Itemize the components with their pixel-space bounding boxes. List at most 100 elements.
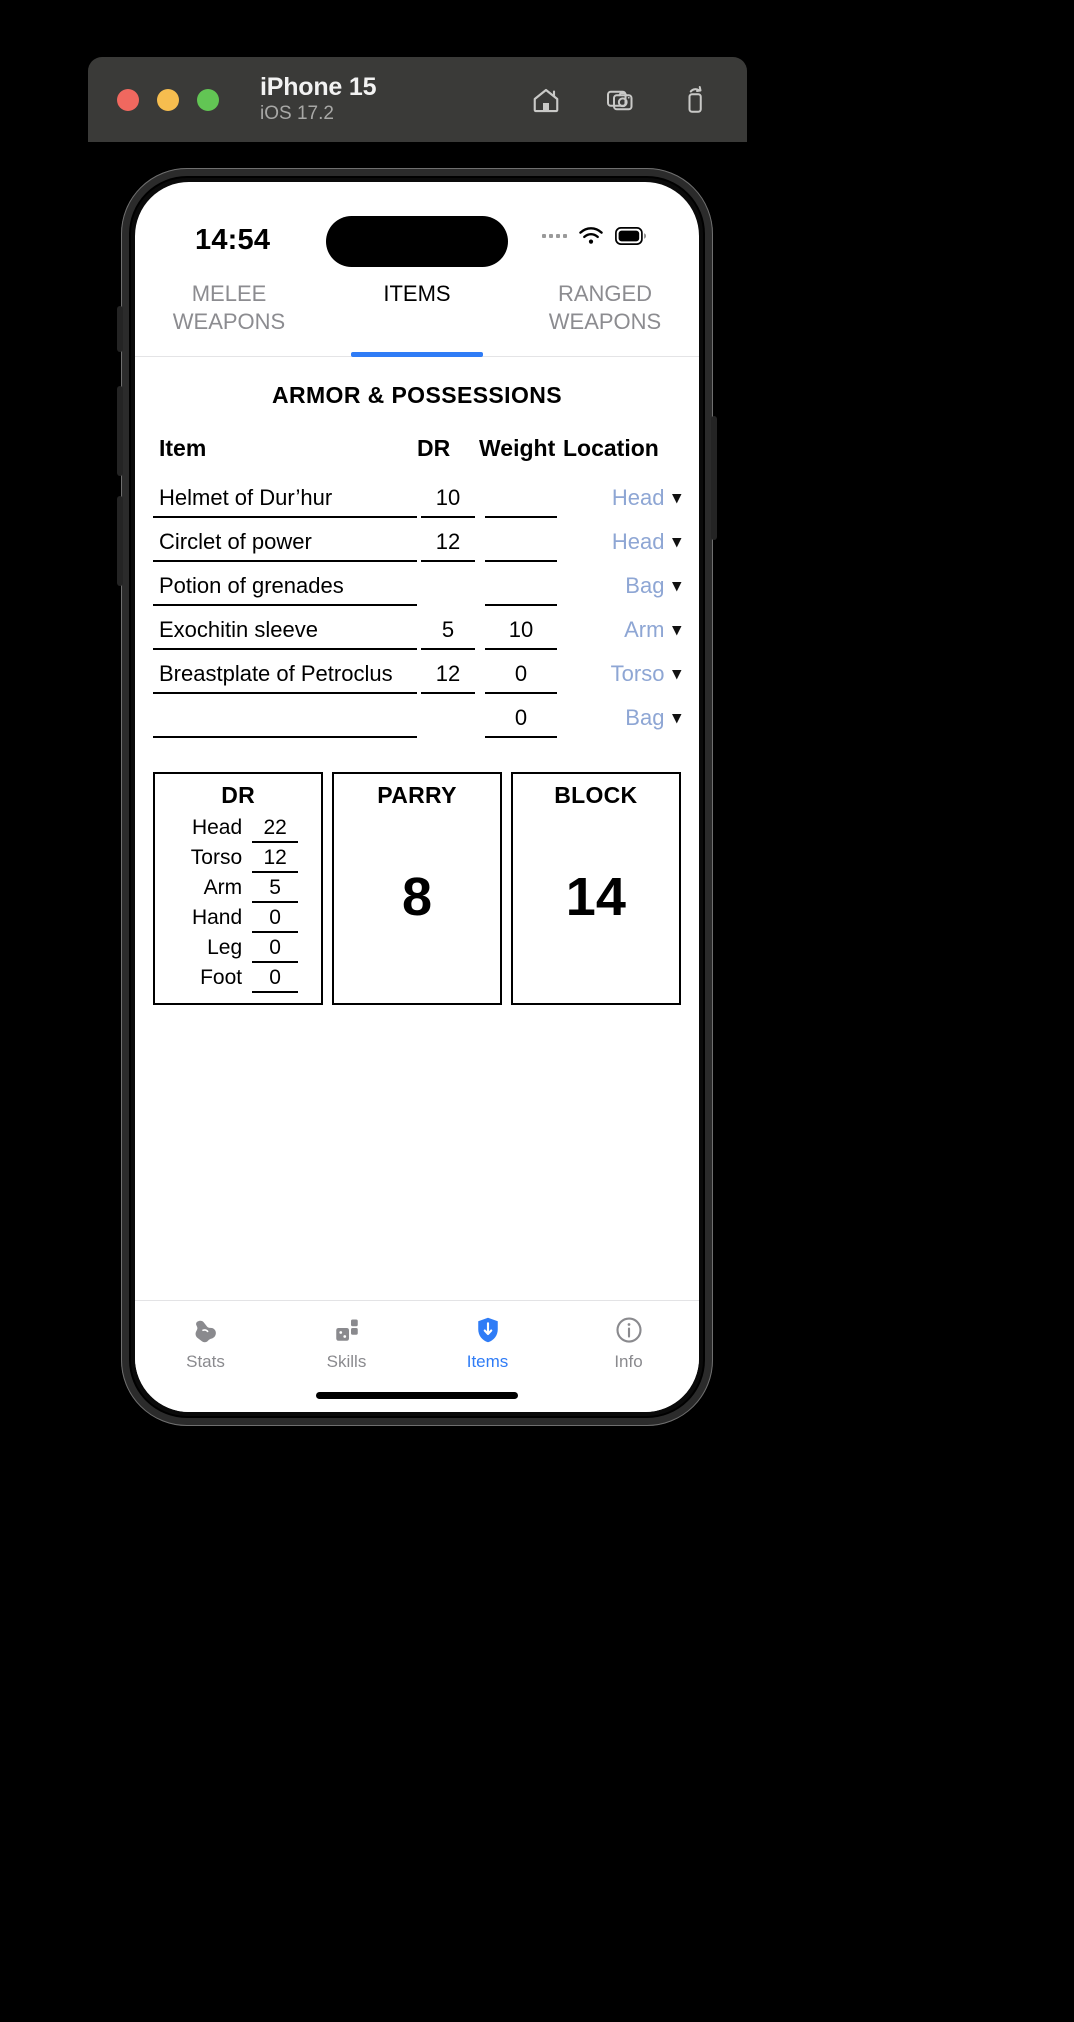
bottom-tab-items-label: Items (466, 1352, 509, 1371)
stat-boxes: DR Head 22 Torso 12 Arm 5 Hand 0 Leg 0 F… (153, 772, 681, 1005)
wifi-icon (578, 226, 604, 245)
dr-box-caption: DR (221, 782, 256, 808)
item-location-dropdown[interactable]: Head ▾ (563, 522, 681, 562)
status-bar-indicators (542, 226, 647, 245)
item-name-input[interactable]: Circlet of power (153, 522, 417, 562)
parry-box: PARRY 8 (332, 772, 502, 1005)
device-screen: 14:54 MELEE WEAPONS ITEMS RANGED WEAPONS… (135, 182, 699, 1412)
item-location-value: Bag (625, 705, 665, 730)
dr-entry-value[interactable]: 5 (252, 874, 299, 903)
bottom-tab-bar: Stats Skills Items Info (135, 1300, 699, 1378)
column-header-dr: DR (417, 435, 451, 461)
dr-entry-value[interactable]: 0 (252, 934, 299, 963)
tab-items-label: ITEMS (383, 281, 451, 306)
minimize-window-button[interactable] (157, 88, 179, 111)
dr-entry-arm: Arm 5 (155, 873, 321, 903)
item-location-dropdown[interactable]: Head ▾ (563, 478, 681, 518)
dr-entry-label: Arm (203, 876, 243, 899)
item-dr-input[interactable] (421, 566, 475, 606)
device-os-version: iOS 17.2 (260, 103, 334, 124)
table-row: 0 Bag ▾ (153, 698, 681, 742)
item-name-input[interactable]: Potion of grenades (153, 566, 417, 606)
item-name-input[interactable] (153, 698, 417, 738)
item-weight-input[interactable]: 0 (485, 654, 557, 694)
table-row: Potion of grenades Bag ▾ (153, 566, 681, 610)
chevron-down-icon: ▾ (672, 532, 681, 551)
item-weight-input[interactable] (485, 566, 557, 606)
top-tab-bar: MELEE WEAPONS ITEMS RANGED WEAPONS (135, 256, 699, 357)
item-weight-input[interactable] (485, 522, 557, 562)
chevron-down-icon: ▾ (672, 708, 681, 727)
armor-possessions-table: Item DR Weight Location Helmet of Dur’hu… (153, 435, 681, 742)
info-icon (614, 1315, 644, 1345)
column-header-weight: Weight (479, 435, 556, 461)
item-location-value: Torso (610, 661, 665, 686)
bottom-tab-info[interactable]: Info (558, 1315, 699, 1372)
dr-entry-label: Leg (207, 936, 243, 959)
status-bar-clock: 14:54 (195, 224, 271, 256)
signal-dots-icon (542, 233, 567, 238)
tab-ranged-weapons[interactable]: RANGED WEAPONS (511, 270, 699, 356)
item-dr-input[interactable]: 5 (421, 610, 475, 650)
item-dr-input[interactable]: 12 (421, 522, 475, 562)
dr-entry-value[interactable]: 0 (252, 964, 299, 993)
home-icon[interactable] (531, 85, 561, 115)
rotate-device-icon[interactable] (679, 85, 709, 115)
dr-entry-value[interactable]: 22 (252, 814, 299, 843)
simulator-titlebar: iPhone 15 iOS 17.2 (88, 57, 747, 142)
home-indicator[interactable] (135, 1378, 699, 1412)
item-name-input[interactable]: Exochitin sleeve (153, 610, 417, 650)
item-weight-input[interactable] (485, 478, 557, 518)
chevron-down-icon: ▾ (672, 664, 681, 683)
item-location-value: Head (611, 485, 665, 510)
muscle-icon (191, 1315, 221, 1345)
tab-indicator (351, 352, 483, 357)
simulator-actions (531, 85, 709, 115)
page-title: ARMOR & POSSESSIONS (271, 382, 563, 408)
volume-up-button[interactable] (117, 386, 123, 476)
screenshot-icon[interactable] (605, 85, 635, 115)
silent-switch[interactable] (117, 306, 123, 352)
tab-melee-weapons[interactable]: MELEE WEAPONS (135, 270, 323, 356)
volume-down-button[interactable] (117, 496, 123, 586)
bottom-tab-stats-label: Stats (186, 1352, 225, 1371)
bottom-tab-items[interactable]: Items (417, 1315, 558, 1372)
dr-entry-hand: Hand 0 (155, 903, 321, 933)
bottom-tab-stats[interactable]: Stats (135, 1315, 276, 1372)
item-weight-input[interactable]: 10 (485, 610, 557, 650)
parry-box-caption: PARRY (377, 782, 457, 808)
zoom-window-button[interactable] (197, 88, 219, 111)
dr-entry-label: Torso (190, 846, 243, 869)
items-content: ARMOR & POSSESSIONS Item DR Weight Locat… (135, 357, 699, 1300)
block-box-caption: BLOCK (554, 782, 638, 808)
item-location-dropdown[interactable]: Arm ▾ (563, 610, 681, 650)
bottom-tab-info-label: Info (614, 1352, 643, 1371)
tab-items[interactable]: ITEMS (323, 270, 511, 357)
item-location-dropdown[interactable]: Torso ▾ (563, 654, 681, 694)
item-weight-input[interactable]: 0 (485, 698, 557, 738)
dr-entry-label: Head (191, 816, 243, 839)
dr-entry-head: Head 22 (155, 813, 321, 843)
item-name-input[interactable]: Breastplate of Petroclus (153, 654, 417, 694)
item-location-value: Head (611, 529, 665, 554)
dr-entry-value[interactable]: 0 (252, 904, 299, 933)
tab-ranged-weapons-line2: WEAPONS (548, 309, 662, 334)
column-header-item: Item (159, 435, 207, 461)
chevron-down-icon: ▾ (672, 620, 681, 639)
bottom-tab-skills-label: Skills (326, 1352, 367, 1371)
item-dr-input[interactable]: 12 (421, 654, 475, 694)
item-location-dropdown[interactable]: Bag ▾ (563, 566, 681, 606)
item-location-value: Bag (625, 573, 665, 598)
bottom-tab-skills[interactable]: Skills (276, 1315, 417, 1372)
power-button[interactable] (711, 416, 717, 540)
table-row: Exochitin sleeve 5 10 Arm ▾ (153, 610, 681, 654)
close-window-button[interactable] (117, 88, 139, 111)
item-name-input[interactable]: Helmet of Dur’hur (153, 478, 417, 518)
item-dr-input[interactable]: 10 (421, 478, 475, 518)
item-dr-input[interactable] (421, 698, 475, 738)
dr-entry-value[interactable]: 12 (252, 844, 299, 873)
tab-melee-weapons-line2: WEAPONS (172, 309, 286, 334)
dr-summary-box: DR Head 22 Torso 12 Arm 5 Hand 0 Leg 0 F… (153, 772, 324, 1005)
table-row: Breastplate of Petroclus 12 0 Torso ▾ (153, 654, 681, 698)
item-location-dropdown[interactable]: Bag ▾ (563, 698, 681, 738)
